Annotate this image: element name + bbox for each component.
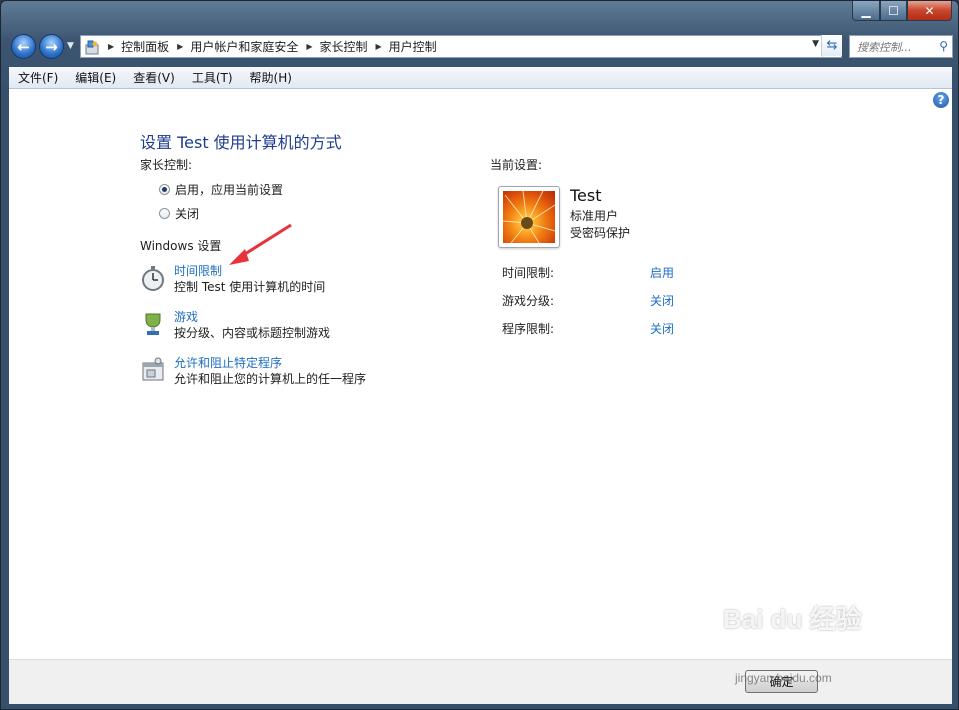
control-panel-icon (85, 40, 99, 54)
menu-tools[interactable]: 工具(T) (192, 69, 233, 86)
address-bar[interactable]: ▶ 控制面板 ▶ 用户帐户和家庭安全 ▶ 家长控制 ▶ 用户控制 ▼ (80, 35, 842, 58)
setting-games-value[interactable]: 关闭 (650, 292, 674, 309)
task-games: 游戏 按分级、内容或标题控制游戏 (140, 309, 330, 341)
menu-edit[interactable]: 编辑(E) (75, 69, 116, 86)
breadcrumb-item[interactable]: 家长控制 ▶ (320, 38, 389, 55)
programs-icon (142, 357, 164, 381)
breadcrumb-item[interactable]: 用户控制 (389, 38, 437, 55)
close-button[interactable]: ✕ (907, 1, 952, 21)
red-arrow-annotation (229, 223, 292, 265)
task-programs: 允许和阻止特定程序 允许和阻止您的计算机上的任一程序 (140, 355, 366, 387)
recent-pages-dropdown-icon[interactable]: ▼ (67, 41, 74, 51)
games-description: 按分级、内容或标题控制游戏 (174, 326, 331, 340)
address-dropdown-icon[interactable]: ▼ (812, 39, 819, 49)
maximize-button[interactable]: ☐ (880, 1, 907, 21)
watermark-logo: Bai du 经验 (723, 604, 862, 634)
breadcrumb-root-arrow-icon[interactable]: ▶ (106, 42, 121, 51)
games-link[interactable]: 游戏 (174, 309, 330, 325)
programs-link[interactable]: 允许和阻止特定程序 (174, 355, 366, 371)
search-box[interactable]: ⚲ (849, 35, 953, 58)
search-icon[interactable]: ⚲ (939, 39, 948, 53)
back-button[interactable]: ← (11, 34, 36, 59)
password-status: 受密码保护 (570, 226, 631, 240)
forward-button[interactable]: → (39, 34, 64, 59)
window-controls: ▁ ☐ ✕ (852, 1, 952, 21)
help-icon[interactable]: ? (933, 92, 949, 108)
navigation-bar: ← → ▼ ▶ 控制面板 ▶ 用户帐户和家庭安全 ▶ 家长控制 ▶ 用户控制 ▼ ⇆ … (9, 33, 953, 61)
search-input[interactable] (855, 37, 937, 58)
menu-file[interactable]: 文件(F) (18, 69, 58, 86)
refresh-button[interactable]: ⇆ (821, 35, 842, 56)
flower-picture (503, 191, 555, 243)
programs-description: 允许和阻止您的计算机上的任一程序 (174, 372, 367, 386)
user-name: Test (570, 186, 602, 205)
minimize-button[interactable]: ▁ (852, 1, 880, 21)
setting-programs-label: 程序限制: (502, 322, 555, 336)
user-type: 标准用户 (570, 209, 619, 223)
setting-games-label: 游戏分级: (502, 294, 555, 308)
watermark-site: jingyan.baidu.com (735, 671, 832, 685)
breadcrumb-item[interactable]: 用户帐户和家庭安全 ▶ (190, 38, 319, 55)
main-content: ? 设置 Test 使用计算机的方式 家长控制: 启用，应用当前设置 关闭 Wi… (9, 89, 952, 659)
menu-view[interactable]: 查看(V) (133, 69, 175, 86)
menu-bar: 文件(F) 编辑(E) 查看(V) 工具(T) 帮助(H) (9, 67, 952, 89)
setting-programs-value[interactable]: 关闭 (650, 320, 674, 337)
setting-time-label: 时间限制: (502, 266, 555, 280)
breadcrumb-item[interactable]: 控制面板 ▶ (121, 38, 190, 55)
menu-help[interactable]: 帮助(H) (250, 69, 292, 86)
current-settings-label: 当前设置: (490, 158, 543, 172)
games-trophy-icon (145, 313, 161, 335)
user-avatar (498, 186, 560, 248)
setting-time-value[interactable]: 启用 (650, 264, 674, 281)
window: ▁ ☐ ✕ ← → ▼ ▶ 控制面板 ▶ 用户帐户和家庭安全 ▶ 家长控制 ▶ 用户控… (0, 0, 959, 710)
